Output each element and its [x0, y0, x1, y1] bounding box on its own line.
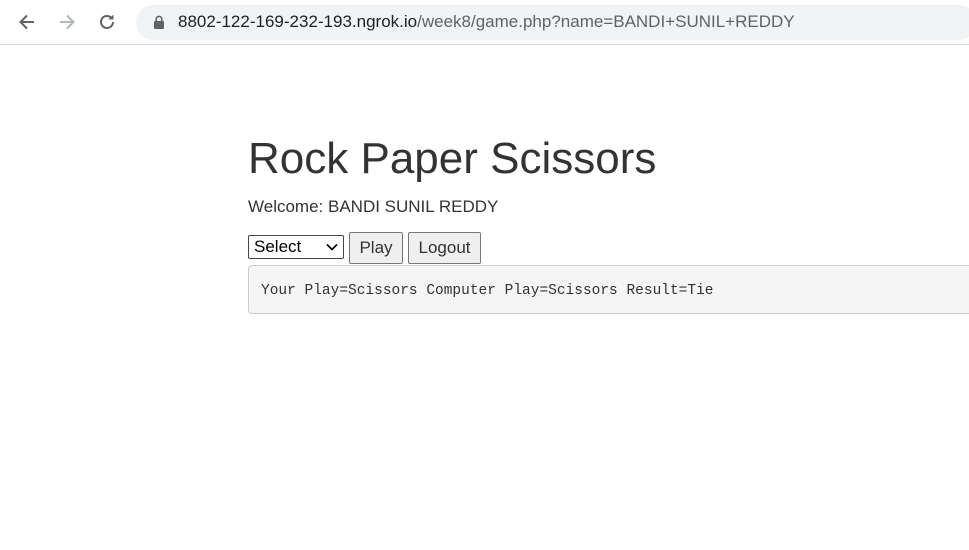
url-text[interactable]: 8802-122-169-232-193.ngrok.io/week8/game…: [178, 12, 795, 32]
play-select-value: Select: [254, 237, 302, 256]
lock-icon[interactable]: [153, 15, 165, 29]
play-select[interactable]: Select: [248, 235, 344, 259]
back-icon[interactable]: [14, 9, 40, 35]
play-button[interactable]: Play: [349, 232, 403, 264]
welcome-text: Welcome: BANDI SUNIL REDDY: [248, 197, 499, 216]
url-host: 8802-122-169-232-193.ngrok.io: [178, 12, 418, 31]
page-title: Rock Paper Scissors: [248, 134, 657, 183]
address-bar[interactable]: 8802-122-169-232-193.ngrok.io/week8/game…: [136, 5, 969, 40]
forward-icon[interactable]: [54, 9, 80, 35]
browser-toolbar: 8802-122-169-232-193.ngrok.io/week8/game…: [0, 0, 969, 45]
url-path: /week8/game.php?name=BANDI+SUNIL+REDDY: [417, 12, 795, 31]
result-box: Your Play=Scissors Computer Play=Scissor…: [248, 265, 969, 314]
reload-icon[interactable]: [94, 9, 120, 35]
result-text: Your Play=Scissors Computer Play=Scissor…: [261, 283, 714, 299]
chevron-down-icon: [326, 243, 338, 251]
logout-button[interactable]: Logout: [408, 232, 481, 264]
